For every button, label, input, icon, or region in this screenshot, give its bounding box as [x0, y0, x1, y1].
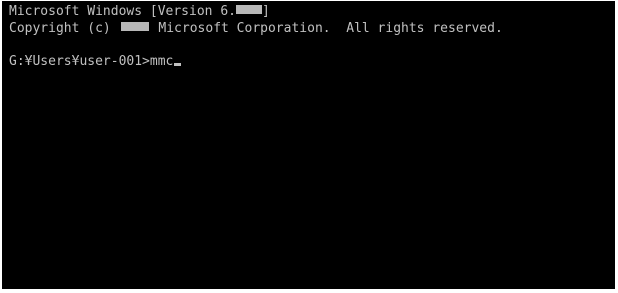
version-line: Microsoft Windows [Version 6.] [9, 4, 270, 19]
version-bracket: ] [261, 4, 270, 19]
prompt-path: G:¥Users¥user-001> [9, 54, 150, 69]
copyright-line: Copyright (c) Microsoft Corporation. All… [9, 21, 503, 36]
version-text: Microsoft Windows [Version 6. [9, 4, 236, 19]
command-input[interactable]: mmc [150, 54, 173, 69]
command-line[interactable]: G:¥Users¥user-001>mmc [9, 54, 182, 69]
command-prompt-window[interactable]: Microsoft Windows [Version 6.] Copyright… [2, 1, 615, 289]
copyright-prefix: Copyright (c) [9, 21, 111, 36]
redacted-year [120, 22, 149, 31]
copyright-text: Microsoft Corporation. All rights reserv… [158, 21, 503, 36]
text-cursor [174, 63, 182, 66]
redacted-version-number [235, 5, 262, 14]
